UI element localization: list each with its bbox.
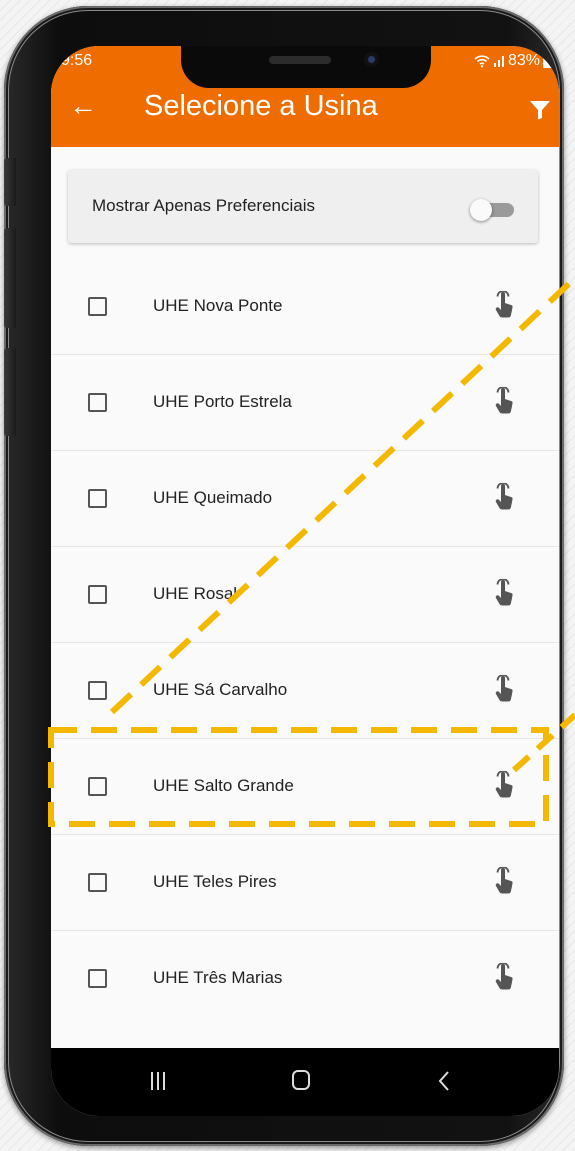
list-item[interactable]: UHE Nova Ponte <box>51 258 559 355</box>
battery-percentage: 83% <box>507 52 540 69</box>
hand-pointer-icon[interactable] <box>493 483 515 511</box>
arrow-left-icon[interactable]: ← <box>69 91 97 121</box>
phone-volume-down-button <box>4 348 16 436</box>
usina-name: UHE Três Marias <box>153 968 283 987</box>
battery-icon <box>543 54 553 68</box>
wifi-icon <box>474 55 490 68</box>
usina-name: UHE Queimado <box>153 488 273 507</box>
recent-apps-icon[interactable] <box>151 1072 167 1090</box>
status-time: 9:56 <box>61 52 93 69</box>
app-bar: 9:56 83% ← Selecione a Usina <box>51 46 559 147</box>
hand-pointer-icon[interactable] <box>493 291 515 319</box>
usina-name: UHE Nova Ponte <box>153 296 283 315</box>
hand-pointer-icon[interactable] <box>493 963 515 991</box>
list-item[interactable]: UHE Teles Pires <box>51 834 559 931</box>
checkbox[interactable] <box>88 585 107 604</box>
status-indicators: 83% <box>474 52 553 70</box>
back-icon[interactable] <box>437 1070 451 1092</box>
checkbox[interactable] <box>88 969 107 988</box>
toggle-thumb <box>470 199 492 221</box>
hand-pointer-icon[interactable] <box>493 579 515 607</box>
system-nav-bar <box>51 1048 559 1116</box>
preferences-label: Mostrar Apenas Preferenciais <box>92 196 315 215</box>
checkbox[interactable] <box>88 393 107 412</box>
checkbox[interactable] <box>88 489 107 508</box>
list-item-highlighted[interactable]: UHE Salto Grande <box>51 738 559 835</box>
usina-name: UHE Sá Carvalho <box>153 680 288 699</box>
signal-icon <box>493 56 504 67</box>
hand-pointer-icon[interactable] <box>493 771 515 799</box>
phone-frame: 9:56 83% ← Selecione a Usina Mostrar Ape… <box>4 6 564 1146</box>
usina-name: UHE Porto Estrela <box>153 392 292 411</box>
phone-screen: 9:56 83% ← Selecione a Usina Mostrar Ape… <box>51 46 559 1116</box>
usina-name: UHE Teles Pires <box>153 872 277 891</box>
page-title: Selecione a Usina <box>144 90 378 122</box>
list-item[interactable]: UHE Três Marias <box>51 930 559 1026</box>
camera-notch <box>181 46 431 88</box>
preferences-card: Mostrar Apenas Preferenciais <box>68 170 538 243</box>
list-item[interactable]: UHE Sá Carvalho <box>51 642 559 739</box>
home-icon[interactable] <box>292 1070 310 1090</box>
hand-pointer-icon[interactable] <box>493 387 515 415</box>
checkbox[interactable] <box>88 681 107 700</box>
checkbox[interactable] <box>88 297 107 316</box>
earpiece-speaker <box>269 56 331 64</box>
list-item[interactable]: UHE Rosal <box>51 546 559 643</box>
hand-pointer-icon[interactable] <box>493 867 515 895</box>
hand-pointer-icon[interactable] <box>493 675 515 703</box>
phone-volume-up-button <box>4 228 16 328</box>
list-item[interactable]: UHE Queimado <box>51 450 559 547</box>
checkbox[interactable] <box>88 777 107 796</box>
filter-icon[interactable] <box>529 100 551 120</box>
front-camera <box>364 52 379 67</box>
list-item[interactable]: UHE Porto Estrela <box>51 354 559 451</box>
preferences-toggle[interactable] <box>470 199 518 221</box>
checkbox[interactable] <box>88 873 107 892</box>
phone-side-button <box>4 158 16 206</box>
usina-name: UHE Rosal <box>153 584 238 603</box>
usina-name: UHE Salto Grande <box>153 776 294 795</box>
